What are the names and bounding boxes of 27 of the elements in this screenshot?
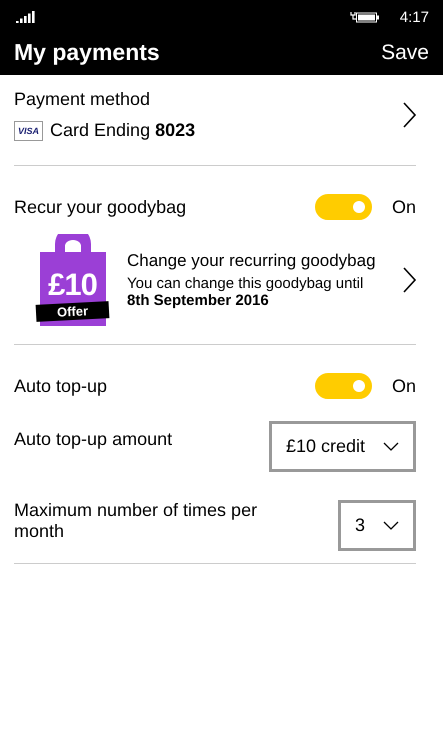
offer-date: 8th September 2016 — [127, 292, 270, 309]
offer-title[interactable]: Change your recurring goodybag — [127, 251, 402, 271]
offer-price: £10 — [48, 267, 97, 303]
setting-label: Auto top-up amount — [14, 429, 174, 450]
setting-label: Auto top-up — [14, 376, 108, 396]
signal-icon — [16, 11, 36, 23]
setting-label: Recur your goodybag — [14, 196, 188, 218]
card-text: Card Ending 8023 — [50, 120, 196, 141]
toggle-state: On — [390, 196, 416, 218]
chevron-right-icon[interactable] — [402, 267, 416, 293]
battery-icon — [350, 10, 380, 24]
toggle-state: On — [390, 376, 416, 396]
toggle-switch[interactable] — [315, 373, 372, 399]
setting-label: Maximum number of times per month — [14, 500, 258, 542]
section-label: Payment method — [14, 89, 152, 110]
chevron-right-icon[interactable] — [402, 102, 416, 128]
card-logo: VISA — [14, 120, 44, 140]
offer-note: You can change this goodybag until — [127, 275, 364, 292]
toggle-switch[interactable] — [315, 194, 372, 220]
offer-ribbon: Offer — [36, 301, 110, 322]
dropdown-field[interactable]: £10 credit — [268, 421, 416, 472]
chevron-down-icon — [383, 442, 399, 451]
dropdown-field[interactable]: 3 — [338, 500, 416, 551]
page-title: My payments — [14, 39, 160, 66]
clock-time: 4:17 — [400, 8, 429, 26]
save-button[interactable]: Save — [381, 40, 429, 64]
chevron-down-icon — [383, 521, 399, 530]
